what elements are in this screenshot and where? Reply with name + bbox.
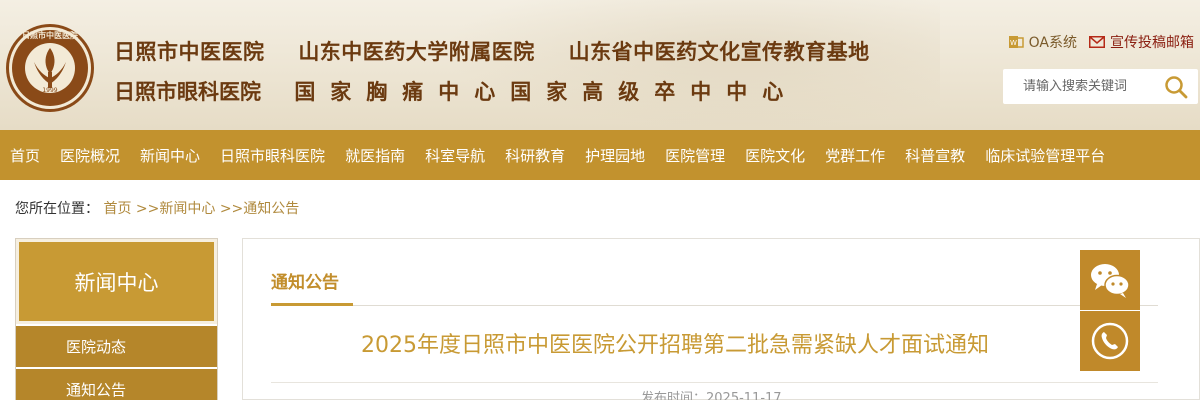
phone-icon (1091, 322, 1129, 360)
nav-item-science[interactable]: 科普宣教 (905, 145, 965, 166)
sidebar-heading: 新闻中心 (16, 239, 217, 324)
nav-item-nursing[interactable]: 护理园地 (585, 145, 645, 166)
header-title-line-1: 日照市中医医院 山东中医药大学附属医院 山东省中医药文化宣传教育基地 (114, 36, 870, 66)
svg-text:W: W (1010, 39, 1017, 47)
search-button[interactable] (1164, 75, 1188, 99)
logo-year: 1999 (42, 87, 57, 94)
breadcrumb-news[interactable]: >>新闻中心 (136, 201, 215, 217)
breadcrumb-prefix: 您所在位置： (15, 201, 99, 217)
hospital-name: 日照市中医医院 (114, 40, 265, 64)
logo-emblem-icon: 1999 日照市中医医院 (6, 24, 94, 112)
national-centers-name: 国家胸痛中心国家高级卒中中心 (294, 80, 799, 104)
mail-icon (1089, 36, 1105, 48)
nav-item-party[interactable]: 党群工作 (825, 145, 885, 166)
nav-item-departments[interactable]: 科室导航 (425, 145, 485, 166)
header-title-line-2: 日照市眼科医院 国家胸痛中心国家高级卒中中心 (114, 76, 798, 106)
nav-item-culture[interactable]: 医院文化 (745, 145, 805, 166)
wechat-button[interactable] (1080, 250, 1140, 310)
nav-item-overview[interactable]: 医院概况 (60, 145, 120, 166)
section-divider (271, 305, 1158, 306)
hospital-logo[interactable]: 1999 日照市中医医院 (4, 22, 96, 114)
phone-button[interactable] (1080, 311, 1140, 371)
nav-item-clinical-trials[interactable]: 临床试验管理平台 (985, 145, 1105, 166)
nav-item-news[interactable]: 新闻中心 (140, 145, 200, 166)
sidebar-item-notices[interactable]: 通知公告 (16, 369, 217, 400)
main-content: 通知公告 2025年度日照市中医医院公开招聘第二批急需紧缺人才面试通知 发布时间… (242, 238, 1200, 400)
oa-icon: W (1008, 36, 1024, 48)
nav-item-research[interactable]: 科研教育 (505, 145, 565, 166)
oa-system-label: OA系统 (1028, 35, 1077, 51)
affiliation-name: 山东中医药大学附属医院 (298, 40, 535, 64)
article-divider (271, 382, 1158, 383)
sidebar: 新闻中心 医院动态 通知公告 (15, 238, 218, 400)
search-input[interactable] (1023, 79, 1173, 94)
main-nav: 首页 医院概况 新闻中心 日照市眼科医院 就医指南 科室导航 科研教育 护理园地… (0, 130, 1200, 180)
section-title-underline (271, 303, 353, 306)
nav-item-management[interactable]: 医院管理 (665, 145, 725, 166)
site-header: 1999 日照市中医医院 日照市中医医院 山东中医药大学附属医院 山东省中医药文… (0, 0, 1200, 130)
article-publish-date: 发布时间：2025-11-17 (641, 391, 782, 400)
section-title: 通知公告 (271, 273, 339, 293)
nav-item-eye-hospital[interactable]: 日照市眼科医院 (220, 145, 325, 166)
breadcrumb-home[interactable]: 首页 (103, 201, 131, 217)
submission-mail-label: 宣传投稿邮箱 (1110, 35, 1194, 51)
sidebar-item-hospital-news[interactable]: 医院动态 (16, 326, 217, 367)
logo-text: 日照市中医医院 (22, 30, 78, 40)
search-icon (1165, 76, 1188, 99)
article-title: 2025年度日照市中医医院公开招聘第二批急需紧缺人才面试通知 (361, 333, 989, 358)
nav-item-home[interactable]: 首页 (10, 145, 40, 166)
eye-hospital-name: 日照市眼科医院 (114, 80, 261, 104)
breadcrumb: 您所在位置： 首页 >>新闻中心 >>通知公告 (15, 198, 299, 218)
culture-base-name: 山东省中医药文化宣传教育基地 (568, 40, 870, 64)
oa-system-link[interactable]: W OA系统 (1008, 32, 1077, 52)
breadcrumb-notices[interactable]: >>通知公告 (220, 201, 299, 217)
top-links: W OA系统 宣传投稿邮箱 (996, 32, 1194, 52)
search-box (1003, 69, 1198, 104)
submission-mail-link[interactable]: 宣传投稿邮箱 (1089, 32, 1194, 52)
wechat-icon (1091, 264, 1130, 298)
nav-item-guide[interactable]: 就医指南 (345, 145, 405, 166)
